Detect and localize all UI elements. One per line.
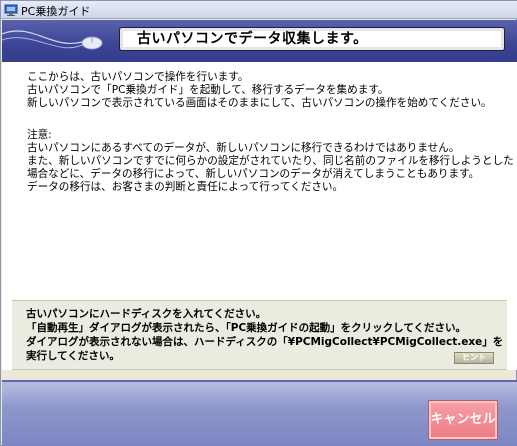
intro-line: 古いパソコンで「PC乗換ガイド」を起動して、移行するデータを集めます。 xyxy=(27,84,389,96)
cancel-button[interactable]: キャンセル xyxy=(428,400,498,440)
instruction-line: ダイアログが表示されない場合は、ハードディスクの「¥PCMigCollect¥P… xyxy=(26,336,504,348)
dialog-window: PC乗換ガイド 古いパソコンでデータ収集します。 ここからは、古いパソコンで操作… xyxy=(0,0,517,446)
instruction-line: 実行してください。 xyxy=(26,350,120,362)
instruction-box: 古いパソコンにハードディスクを入れてください。 「自動再生」ダイアログが表示され… xyxy=(12,300,507,370)
caution-line: 古いパソコンにあるすべてのデータが、新しいパソコンに移行できるわけではありません… xyxy=(27,142,460,154)
header-title-box: 古いパソコンでデータ収集します。 xyxy=(119,27,505,51)
caution-line: データの移行は、お客さまの判断と責任によって行ってください。 xyxy=(27,181,344,193)
hint-button[interactable]: ヒント xyxy=(454,352,494,364)
title-bar[interactable]: PC乗換ガイド xyxy=(1,1,517,19)
instruction-line: 「自動再生」ダイアログが表示されたら、「PC乗換ガイドの起動」をクリックしてくだ… xyxy=(26,322,467,334)
window-title: PC乗換ガイド xyxy=(21,5,91,18)
caution-line: また、新しいパソコンですでに何らかの設定がされていたり、同じ名前のファイルを移行… xyxy=(27,155,514,167)
page-title: 古いパソコンでデータ収集します。 xyxy=(137,31,368,47)
caution-title: 注意: xyxy=(27,129,52,141)
header-banner: 古いパソコンでデータ収集します。 xyxy=(2,20,517,62)
instruction-line: 古いパソコンにハードディスクを入れてください。 xyxy=(26,308,267,320)
caution-line: 場合などに、データの移行によって、新しいパソコンのデータが消えてしまうこともあり… xyxy=(27,168,480,180)
intro-line: ここからは、古いパソコンで操作を行います。 xyxy=(27,71,249,83)
app-icon xyxy=(4,3,18,17)
intro-line: 新しいパソコンで表示されている画面はそのままにして、古いパソコンの操作を始めてく… xyxy=(27,97,492,109)
footer-bar: キャンセル xyxy=(2,380,517,446)
mouse-cable-icon xyxy=(2,30,103,50)
